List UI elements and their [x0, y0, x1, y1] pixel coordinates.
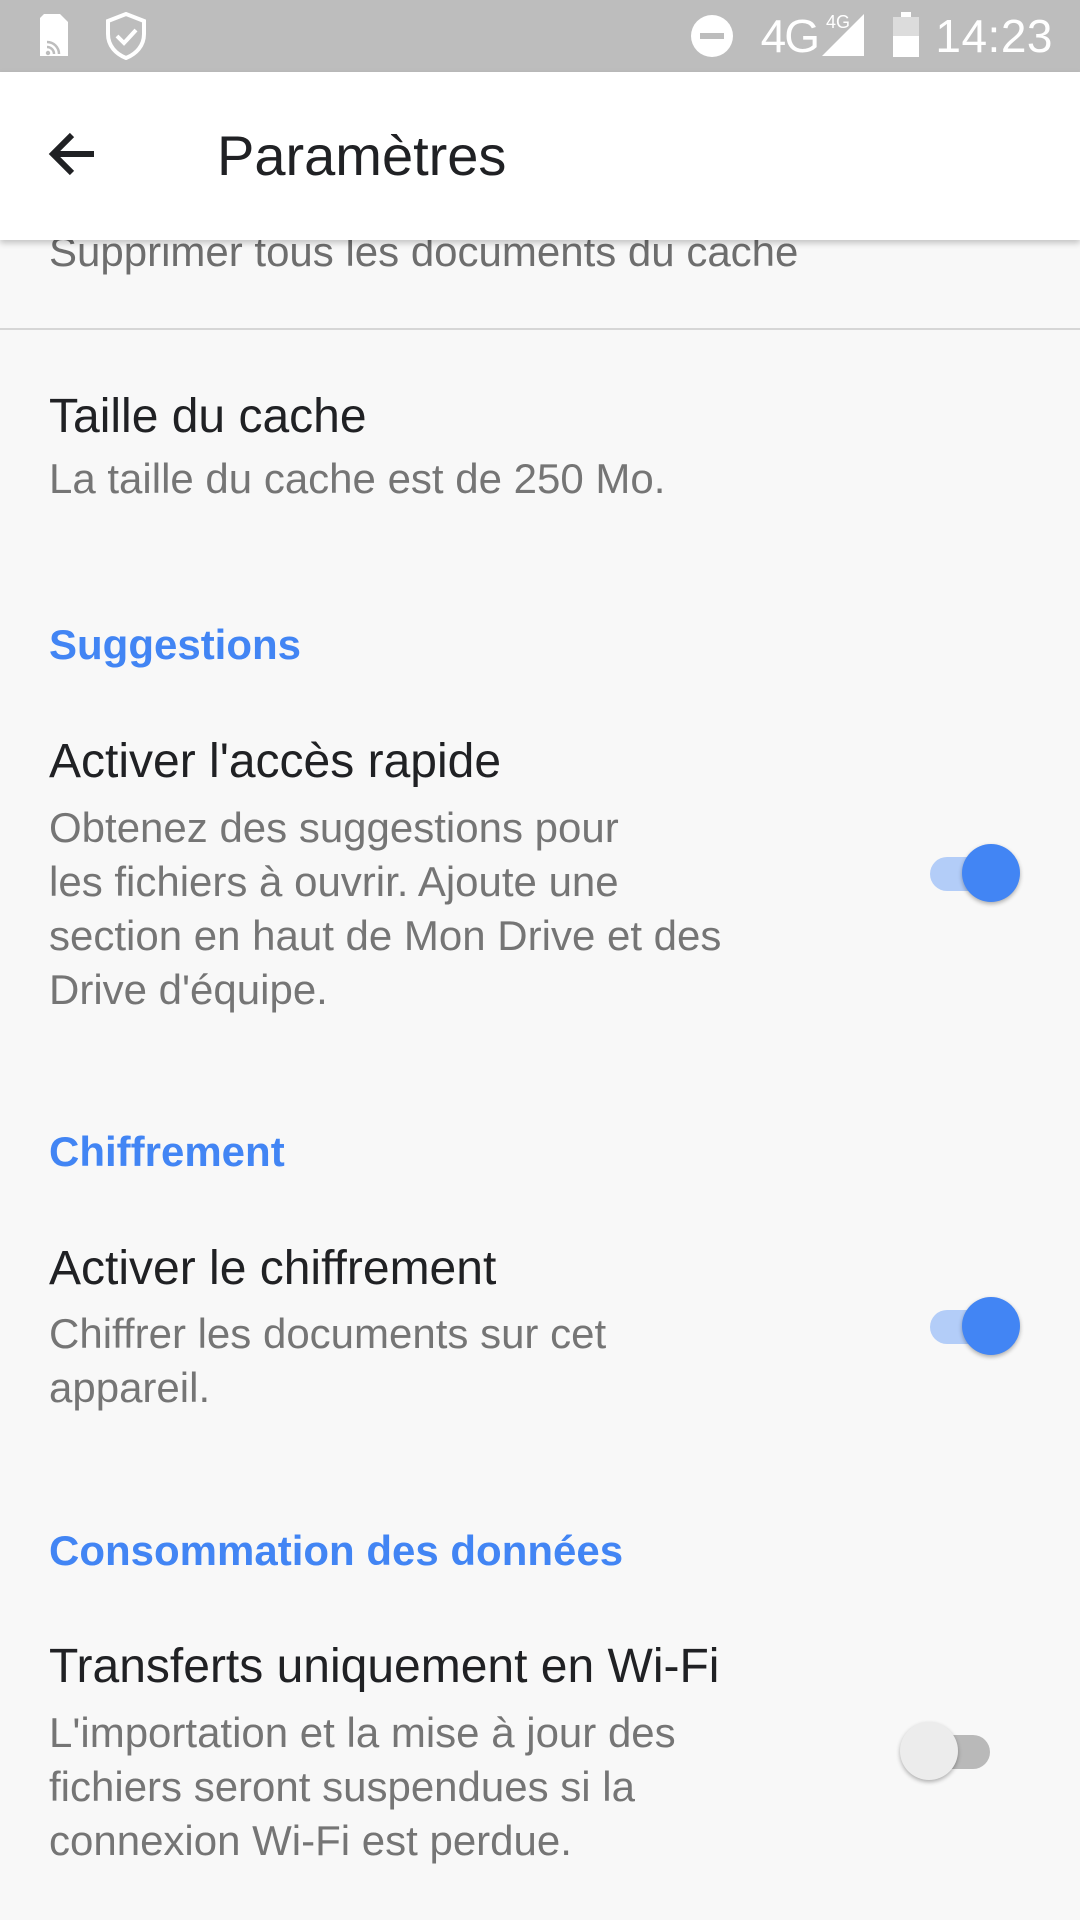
pref-wifi-only-summary: L'importation et la mise à jour des fich…: [49, 1709, 676, 1864]
pref-encryption-title: Activer le chiffrement: [49, 1242, 497, 1295]
quick-access-toggle[interactable]: [912, 838, 1022, 908]
arrow-back-icon: [46, 130, 98, 183]
toggle-thumb: [962, 1297, 1020, 1355]
pref-encryption-summary: Chiffrer les documents sur cet appareil.: [49, 1310, 607, 1411]
divider: [0, 328, 1080, 330]
section-header-suggestions: Suggestions: [49, 621, 302, 668]
pref-wifi-only-title: Transferts uniquement en Wi-Fi: [49, 1640, 720, 1693]
section-header-data-usage: Consommation des données: [49, 1527, 624, 1574]
app-bar: Paramètres: [0, 72, 1080, 240]
encryption-toggle[interactable]: [912, 1291, 1022, 1361]
toggle-thumb: [900, 1722, 958, 1780]
page-title: Paramètres: [217, 124, 507, 187]
pref-quick-access-summary: Obtenez des suggestions pour les fichier…: [49, 804, 722, 1013]
section-header-encryption: Chiffrement: [49, 1128, 285, 1175]
toggle-thumb: [962, 844, 1020, 902]
back-button[interactable]: [32, 116, 112, 196]
pref-cache-size-summary: La taille du cache est de 250 Mo.: [49, 455, 666, 502]
pref-quick-access-title: Activer l'accès rapide: [49, 735, 502, 788]
wifi-only-toggle[interactable]: [896, 1716, 1006, 1786]
settings-list: Supprimer tous les documents du cache Ta…: [0, 0, 1080, 1920]
pref-cache-size-title: Taille du cache: [49, 390, 367, 443]
